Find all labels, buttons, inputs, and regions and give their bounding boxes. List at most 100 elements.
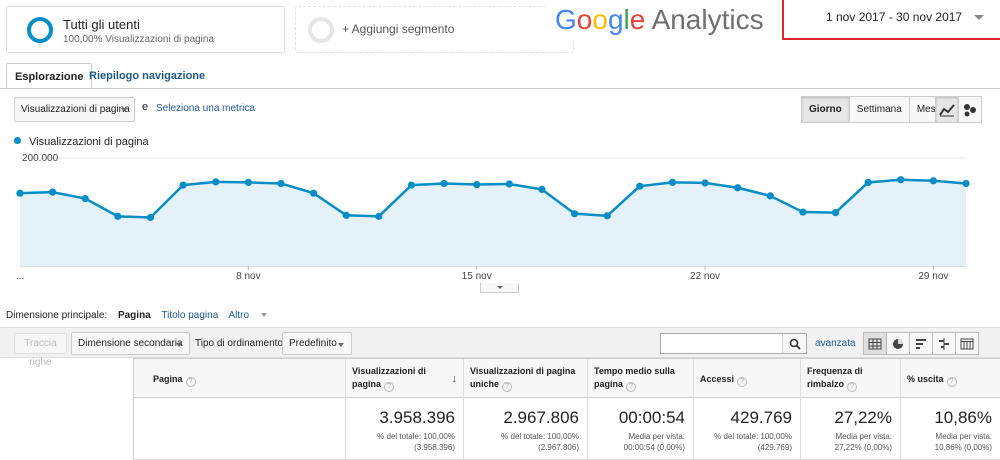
column-header-exit-rate[interactable]: % uscita? bbox=[900, 359, 1000, 399]
column-header-pageviews[interactable]: Visualizzazioni di pagina? ↓ bbox=[345, 359, 463, 399]
help-icon: ? bbox=[384, 382, 395, 392]
total-value: 429.769 bbox=[730, 408, 792, 427]
pivot-view-button[interactable] bbox=[955, 332, 979, 355]
motion-chart-button[interactable] bbox=[958, 96, 982, 123]
comparison-view-button[interactable] bbox=[932, 332, 956, 355]
period-week-button[interactable]: Settimana bbox=[848, 96, 910, 123]
x-tick-label: 15 nov bbox=[462, 271, 492, 282]
sort-type-dropdown[interactable]: Predefinito bbox=[282, 332, 352, 355]
dimension-page[interactable]: Pagina bbox=[118, 310, 151, 321]
series-area bbox=[20, 179, 966, 266]
data-point[interactable] bbox=[407, 181, 416, 189]
data-table-view-button[interactable] bbox=[863, 332, 887, 355]
comparison-icon bbox=[939, 337, 949, 350]
column-header-entrances[interactable]: Accessi? bbox=[693, 359, 800, 399]
secondary-dimension-label: Dimensione secondaria bbox=[78, 338, 183, 349]
secondary-dimension-dropdown[interactable]: Dimensione secondaria bbox=[71, 332, 190, 355]
line-chart-button[interactable] bbox=[935, 96, 959, 123]
tab-divider bbox=[0, 88, 1000, 89]
search-icon bbox=[789, 338, 801, 350]
pie-view-button[interactable] bbox=[886, 332, 910, 355]
data-point[interactable] bbox=[603, 212, 611, 220]
total-bounce-rate: 27,22% Media per vista: 27,22% (0,00%) bbox=[800, 398, 900, 460]
total-exit-rate: 10,86% Media per vista: 10,86% (0,00%) bbox=[900, 398, 1000, 460]
data-point[interactable] bbox=[342, 211, 350, 219]
primary-dimension-row: Dimensione principale: Pagina Titolo pag… bbox=[6, 310, 283, 321]
data-point[interactable] bbox=[146, 213, 155, 222]
chevron-down-icon bbox=[261, 313, 268, 317]
data-point[interactable] bbox=[505, 180, 513, 188]
chart-collapse-handle[interactable] bbox=[480, 283, 519, 293]
column-header-page[interactable]: Pagina? bbox=[133, 359, 345, 399]
data-point[interactable] bbox=[734, 184, 742, 192]
data-point[interactable] bbox=[212, 178, 220, 186]
table-header: Pagina? Visualizzazioni di pagina? ↓ Vis… bbox=[133, 358, 1000, 399]
data-point[interactable] bbox=[799, 208, 807, 216]
performance-view-button[interactable] bbox=[909, 332, 933, 355]
data-point[interactable] bbox=[114, 212, 122, 220]
date-range-text: 1 nov 2017 - 30 nov 2017 bbox=[826, 10, 963, 24]
period-button-group: Giorno Settimana Mese bbox=[801, 96, 950, 123]
total-unique-pageviews: 2.967.806 % del totale: 100,00% (2.967.80… bbox=[463, 398, 587, 460]
data-point[interactable] bbox=[16, 189, 24, 197]
data-point[interactable] bbox=[277, 179, 285, 188]
total-note: % del totale: 100,00% bbox=[714, 432, 792, 441]
data-point[interactable] bbox=[864, 178, 872, 186]
bar-chart-icon bbox=[916, 338, 926, 349]
metric-dropdown[interactable]: Visualizzazioni di pagina bbox=[14, 97, 135, 122]
chevron-down-icon bbox=[974, 15, 984, 20]
data-point[interactable] bbox=[538, 185, 546, 194]
table-left-border bbox=[133, 358, 134, 460]
data-point[interactable] bbox=[179, 181, 187, 189]
total-value: 27,22% bbox=[834, 408, 892, 427]
total-entrances: 429.769 % del totale: 100,00% (429.769) bbox=[693, 398, 800, 460]
table-search-box[interactable] bbox=[660, 333, 807, 354]
total-note: % del totale: 100,00% bbox=[377, 432, 455, 441]
segment-title: Tutti gli utenti bbox=[63, 17, 140, 32]
chart-type-group bbox=[935, 96, 982, 123]
help-icon: ? bbox=[502, 382, 513, 392]
help-icon: ? bbox=[626, 382, 637, 392]
x-tick-label: ... bbox=[16, 271, 24, 282]
select-metric-link[interactable]: Seleziona una metrica bbox=[156, 103, 255, 114]
dimension-other-dropdown[interactable]: Altro bbox=[228, 310, 275, 321]
data-point[interactable] bbox=[897, 176, 905, 184]
data-point[interactable] bbox=[766, 192, 774, 200]
data-point[interactable] bbox=[244, 178, 252, 186]
data-point[interactable] bbox=[309, 189, 318, 197]
motion-chart-icon bbox=[964, 103, 976, 116]
data-point[interactable] bbox=[668, 178, 677, 186]
segment-all-users[interactable]: Tutti gli utenti 100,00% Visualizzazioni… bbox=[6, 6, 285, 53]
data-point[interactable] bbox=[831, 208, 840, 217]
data-point[interactable] bbox=[962, 179, 970, 188]
add-segment-button[interactable]: + Aggiungi segmento bbox=[295, 6, 574, 53]
dimension-page-title[interactable]: Titolo pagina bbox=[161, 310, 218, 321]
total-value: 2.967.806 bbox=[503, 408, 579, 427]
period-day-button[interactable]: Giorno bbox=[801, 96, 850, 123]
help-icon: ? bbox=[185, 377, 196, 387]
data-point[interactable] bbox=[375, 212, 383, 220]
data-point[interactable] bbox=[49, 188, 57, 196]
tab-explorer[interactable]: Esplorazione bbox=[6, 63, 93, 89]
data-point[interactable] bbox=[440, 179, 448, 188]
column-header-unique-pageviews[interactable]: Visualizzazioni di pagina uniche? bbox=[463, 359, 587, 399]
pie-chart-icon bbox=[893, 338, 903, 349]
line-chart[interactable]: 200.000100.000...8 nov15 nov22 nov29 nov bbox=[0, 150, 1000, 290]
data-point[interactable] bbox=[929, 177, 937, 185]
table-toolbar: Traccia righe Dimensione secondaria Tipo… bbox=[0, 327, 1000, 368]
column-header-bounce-rate[interactable]: Frequenza di rimbalzo? bbox=[800, 359, 900, 399]
column-header-avg-time[interactable]: Tempo medio sulla pagina? bbox=[587, 359, 693, 399]
total-note: Media per vista: bbox=[628, 432, 685, 441]
data-point[interactable] bbox=[701, 179, 709, 187]
add-segment-label: + Aggiungi segmento bbox=[342, 22, 455, 36]
data-point[interactable] bbox=[636, 182, 644, 190]
tab-navigation-summary[interactable]: Riepilogo navigazione bbox=[81, 63, 213, 89]
plot-rows-button[interactable]: Traccia righe bbox=[14, 333, 67, 368]
advanced-search-link[interactable]: avanzata bbox=[815, 338, 856, 349]
search-button[interactable] bbox=[782, 334, 806, 353]
data-point[interactable] bbox=[81, 194, 89, 203]
chevron-down-icon bbox=[121, 108, 127, 112]
data-point[interactable] bbox=[473, 180, 481, 189]
date-range-picker[interactable]: 1 nov 2017 - 30 nov 2017 bbox=[782, 0, 1000, 40]
data-point[interactable] bbox=[570, 210, 579, 218]
